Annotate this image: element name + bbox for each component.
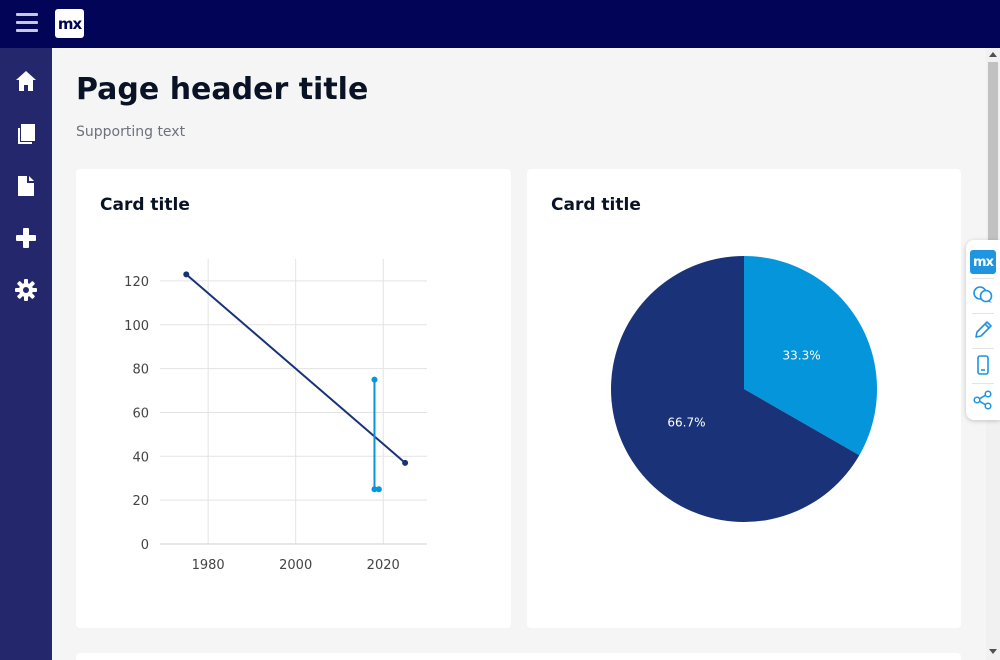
phone-icon — [977, 355, 989, 375]
sidebar-item-document[interactable] — [0, 163, 52, 209]
sidebar — [0, 48, 52, 660]
line-chart: 0 20 40 60 80 100 120 1980 2000 2020 — [124, 259, 427, 573]
line-chart-card: Card title 0 20 40 60 80 100 120 1980 2000 2020 — [76, 169, 511, 628]
data-point — [375, 486, 382, 493]
sidebar-item-book[interactable] — [0, 111, 52, 157]
devtools-feedback-button[interactable] — [966, 278, 1000, 312]
y-tick-label: 100 — [124, 319, 149, 334]
mendix-logo[interactable]: mx — [55, 9, 84, 38]
scroll-down-arrow-icon[interactable] — [989, 649, 997, 654]
home-icon — [16, 71, 36, 91]
chat-icon — [973, 286, 993, 303]
book-icon — [18, 124, 35, 144]
main-content: Page header title Supporting text Card t… — [52, 48, 986, 660]
x-tick-label: 2020 — [367, 558, 400, 573]
sidebar-item-add[interactable] — [0, 215, 52, 261]
pie-slice-label: 33.3% — [782, 349, 820, 363]
mx-logo-icon: mx — [970, 250, 996, 274]
y-tick-label: 0 — [141, 538, 149, 553]
sidebar-item-home[interactable] — [0, 58, 52, 104]
plus-icon — [16, 228, 36, 248]
page-title: Page header title — [76, 72, 369, 107]
data-point — [402, 459, 409, 466]
y-tick-label: 80 — [132, 363, 149, 378]
page-subtitle: Supporting text — [76, 124, 186, 140]
card-partial — [76, 653, 961, 660]
y-tick-label: 20 — [132, 494, 149, 509]
pencil-icon — [975, 321, 992, 338]
document-icon — [18, 176, 34, 196]
scroll-up-arrow-icon[interactable] — [989, 52, 997, 57]
data-point — [183, 271, 190, 278]
data-point — [371, 376, 378, 383]
pie-chart: 33.3% 66.7% — [611, 256, 877, 522]
devtools-share-button[interactable] — [966, 383, 1000, 417]
gear-icon — [15, 279, 37, 301]
hamburger-menu-icon[interactable] — [16, 13, 38, 33]
devtools-panel: mx — [966, 240, 1000, 420]
y-tick-label: 120 — [124, 275, 149, 290]
pie-slice-label: 66.7% — [667, 415, 705, 429]
sidebar-item-settings[interactable] — [0, 267, 52, 313]
devtools-edit-button[interactable] — [966, 313, 1000, 347]
share-icon — [973, 390, 992, 410]
pie-chart-card: Card title 33.3% 66.7% — [527, 169, 961, 628]
y-tick-label: 60 — [132, 406, 149, 421]
y-tick-label: 40 — [132, 450, 149, 465]
series-line-2 — [373, 379, 379, 491]
devtools-mobile-button[interactable] — [966, 348, 1000, 382]
x-tick-label: 1980 — [192, 558, 225, 573]
devtools-mx-button[interactable]: mx — [966, 245, 1000, 279]
x-tick-label: 2000 — [279, 558, 312, 573]
top-bar: mx — [0, 0, 1000, 48]
